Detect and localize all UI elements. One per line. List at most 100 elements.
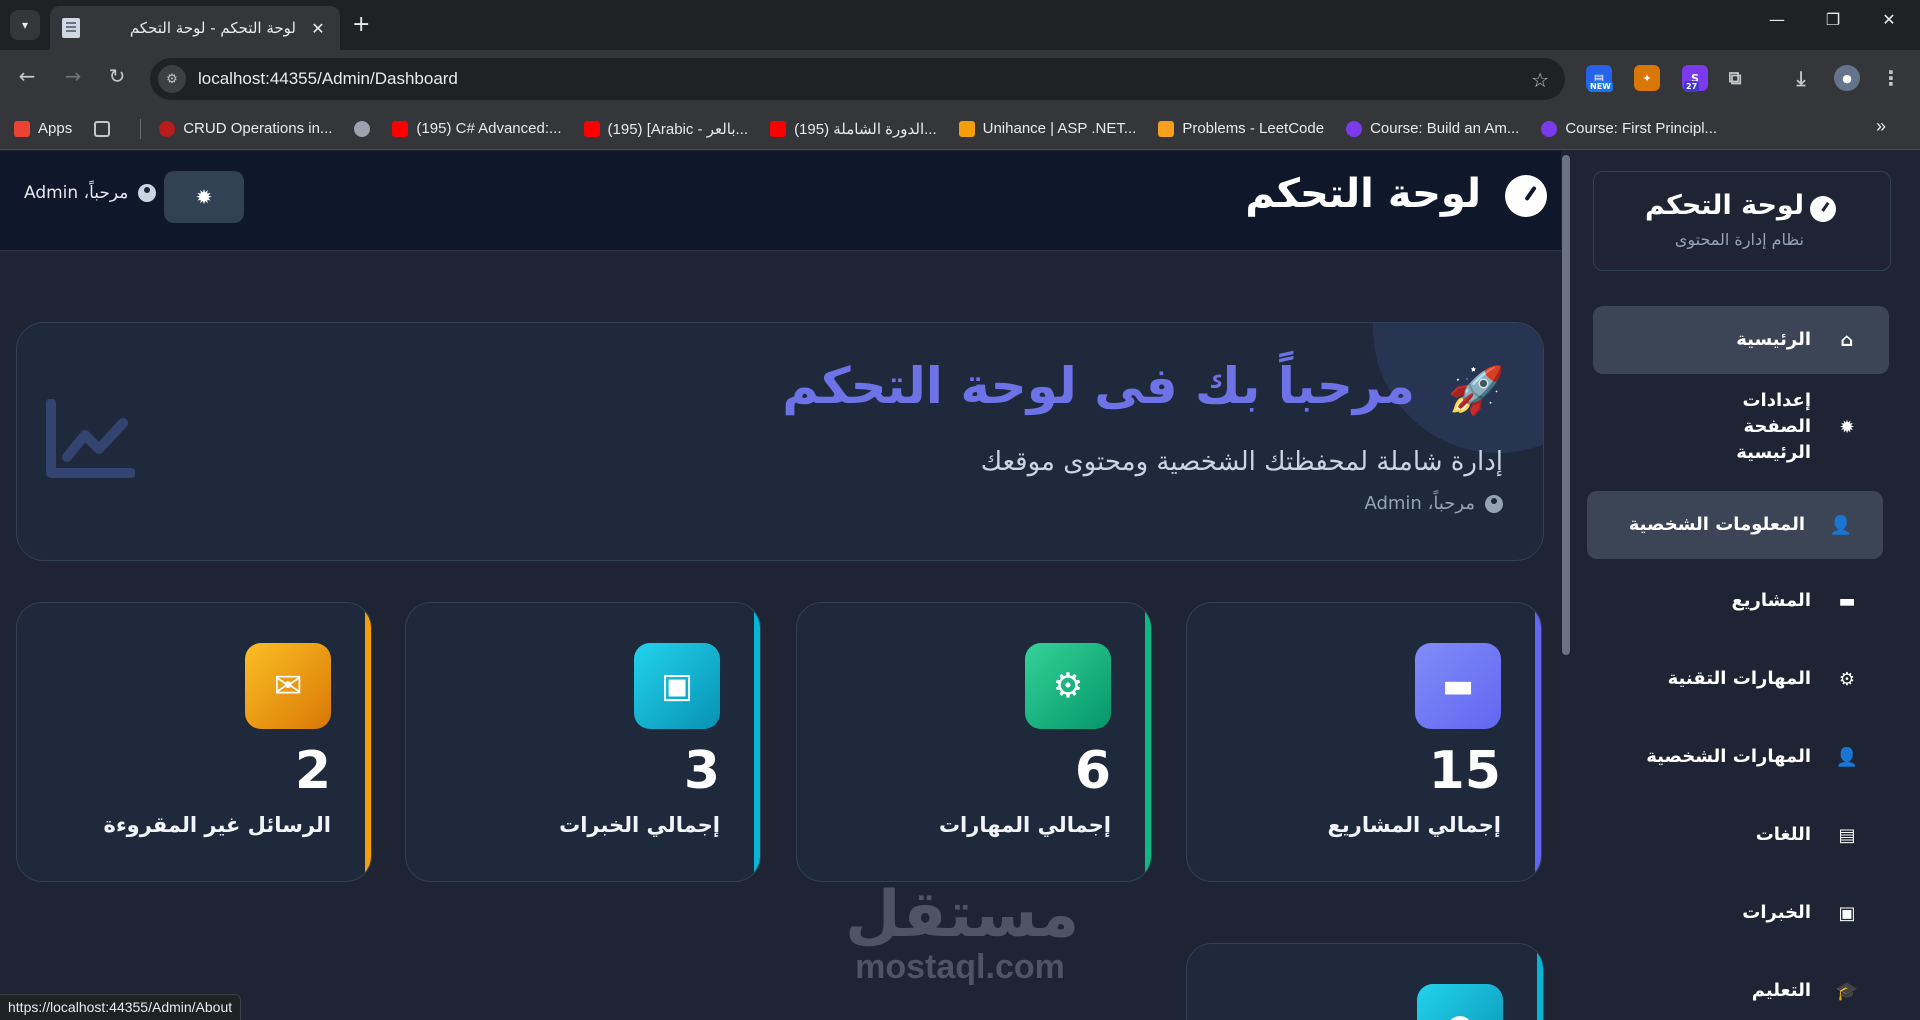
brand-title: لوحة التحكم bbox=[1644, 190, 1804, 221]
new-tab-button[interactable]: + bbox=[352, 12, 370, 38]
stat-value: 3 bbox=[683, 741, 720, 801]
sidebar-item-home-settings[interactable]: إعدادات الصفحة الرئيسية ✹ bbox=[1593, 385, 1889, 469]
sidebar-brand[interactable]: لوحة التحكم نظام إدارة المحتوى bbox=[1593, 171, 1891, 271]
stat-label: إجمالي الخبرات bbox=[559, 813, 720, 837]
minimize-icon[interactable]: — bbox=[1762, 10, 1792, 29]
close-window-icon[interactable]: ✕ bbox=[1874, 10, 1904, 29]
bookmark-course-2[interactable]: Course: First Principl... bbox=[1541, 120, 1717, 137]
sidebar-item-projects[interactable]: المشاريع ▬ bbox=[1593, 571, 1889, 631]
gear-icon: ✹ bbox=[1839, 416, 1855, 438]
watermark-logo: مستقل mostaql.com bbox=[845, 883, 1079, 987]
page-favicon-icon bbox=[62, 18, 80, 38]
sidebar-item-label: إعدادات الصفحة الرئيسية bbox=[1736, 390, 1811, 463]
bookmark-globe[interactable] bbox=[354, 120, 371, 137]
site-info-icon[interactable]: ⚙ bbox=[158, 65, 186, 93]
address-bar[interactable]: ⚙ localhost:44355/Admin/Dashboard ☆ bbox=[150, 58, 1565, 100]
youtube-icon bbox=[583, 120, 600, 137]
bookmark-course-1[interactable]: Course: Build an Am... bbox=[1346, 120, 1519, 137]
bookmark-label: Problems - LeetCode bbox=[1182, 120, 1325, 137]
chart-line-icon bbox=[46, 399, 135, 478]
course-icon bbox=[1346, 120, 1363, 137]
sidebar-item-experiences[interactable]: الخبرات ▣ bbox=[1593, 883, 1889, 943]
user-greeting-text: مرحباً، Admin bbox=[24, 183, 129, 203]
sidebar-item-personal-info[interactable]: المعلومات الشخصية 👤 bbox=[1587, 491, 1883, 559]
settings-button[interactable]: ✹ bbox=[164, 171, 244, 223]
bookmark-youtube-2[interactable]: (195) [Arabic - بالعر... bbox=[583, 120, 749, 138]
url-text[interactable]: localhost:44355/Admin/Dashboard bbox=[198, 69, 458, 89]
reload-icon[interactable]: ↻ bbox=[102, 64, 132, 88]
sidebar-item-home[interactable]: الرئيسية ⌂ bbox=[1593, 306, 1889, 374]
bookmark-apps[interactable]: Apps bbox=[14, 120, 72, 137]
bookmark-label: Unihance | ASP .NET... bbox=[982, 120, 1137, 137]
bookmark-star-icon[interactable]: ☆ bbox=[1531, 68, 1549, 92]
user-tie-icon: 👤 bbox=[1835, 746, 1859, 768]
back-icon[interactable]: ← bbox=[12, 64, 42, 88]
tab-search-button[interactable]: ▾ bbox=[10, 10, 40, 40]
welcome-card: مرحباً بك فى لوحة التحكم 🚀 إدارة شاملة ل… bbox=[16, 322, 1544, 561]
browser-toolbar: ← → ↻ ⚙ localhost:44355/Admin/Dashboard … bbox=[0, 50, 1920, 108]
download-icon[interactable]: ⤓ bbox=[1788, 65, 1814, 91]
cogs-icon: ⚙ bbox=[1838, 668, 1856, 690]
extension-counter-icon[interactable]: S 27 bbox=[1682, 65, 1708, 92]
profile-avatar[interactable]: ● bbox=[1834, 65, 1860, 91]
sidebar-item-label: الخبرات bbox=[1742, 902, 1811, 923]
browser-tab[interactable]: لوحة التحكم - لوحة التحكم ✕ bbox=[50, 6, 340, 50]
envelope-icon: ✉ bbox=[245, 643, 331, 729]
stat-card-messages[interactable]: ✉ 2 الرسائل غير المقروءة bbox=[16, 602, 372, 882]
bookmark-label: CRUD Operations in... bbox=[183, 120, 333, 137]
extensions-puzzle-icon[interactable]: ⧉ bbox=[1722, 65, 1748, 91]
sidebar-item-languages[interactable]: اللغات ▤ bbox=[1593, 805, 1889, 865]
extension-fox-icon[interactable]: ✦ bbox=[1634, 65, 1660, 91]
stat-label: الرسائل غير المقروءة bbox=[103, 813, 331, 837]
unihance-icon bbox=[958, 120, 975, 137]
restore-icon[interactable]: ❐ bbox=[1818, 10, 1848, 29]
bookmark-unihance[interactable]: Unihance | ASP .NET... bbox=[958, 120, 1137, 137]
forward-icon[interactable]: → bbox=[58, 64, 88, 88]
youtube-icon bbox=[770, 120, 787, 137]
bookmark-youtube-1[interactable]: (195) C# Advanced:... bbox=[392, 120, 562, 137]
youtube-icon bbox=[392, 120, 409, 137]
page-title: لوحة التحكم bbox=[1245, 171, 1481, 217]
stat-card-skills[interactable]: ⚙ 6 إجمالي المهارات bbox=[796, 602, 1152, 882]
sidebar-item-tech-skills[interactable]: المهارات التقنية ⚙ bbox=[1593, 649, 1889, 709]
bookmark-label: (195) [Arabic - بالعر... bbox=[607, 120, 749, 138]
extension-new-badge: NEW bbox=[1588, 81, 1613, 92]
home-icon: ⌂ bbox=[1840, 329, 1854, 351]
chrome-menu-icon[interactable]: ⋮ bbox=[1878, 65, 1904, 91]
bookmark-crud[interactable]: CRUD Operations in... bbox=[159, 120, 332, 137]
bookmark-leetcode[interactable]: Problems - LeetCode bbox=[1158, 120, 1324, 137]
user-greeting[interactable]: مرحباً، Admin bbox=[24, 183, 157, 203]
stat-card-projects[interactable]: ▬ 15 إجمالي المشاريع bbox=[1186, 602, 1542, 882]
extension-new-icon[interactable]: ▤ NEW bbox=[1586, 65, 1613, 92]
stat-value: 6 bbox=[1074, 741, 1111, 801]
tab-groups-icon[interactable] bbox=[94, 120, 118, 137]
bookmark-separator bbox=[140, 118, 142, 139]
sidebar-item-soft-skills[interactable]: المهارات الشخصية 👤 bbox=[1593, 727, 1889, 787]
sidebar-item-education[interactable]: التعليم 🎓 bbox=[1593, 961, 1889, 1020]
scrollbar-thumb[interactable] bbox=[1562, 155, 1570, 655]
sidebar-item-label: المهارات الشخصية bbox=[1646, 746, 1811, 767]
bookmark-label: Course: Build an Am... bbox=[1370, 120, 1520, 137]
card-accent bbox=[754, 603, 760, 881]
briefcase-icon: ▣ bbox=[1838, 902, 1856, 924]
card-accent bbox=[365, 603, 371, 881]
stat-card-experiences[interactable]: ▣ 3 إجمالي الخبرات bbox=[405, 602, 761, 882]
bookmark-label: (195) الدورة الشاملة... bbox=[794, 120, 937, 138]
course-icon bbox=[1541, 120, 1558, 137]
briefcase-icon: ▣ bbox=[634, 643, 720, 729]
sidebar-item-label: التعليم bbox=[1751, 980, 1811, 1001]
user-circle-icon bbox=[1485, 494, 1503, 513]
close-tab-icon[interactable]: ✕ bbox=[308, 19, 328, 38]
bookmark-label: Course: First Principl... bbox=[1565, 120, 1718, 137]
graduation-cap-icon: 🎓 bbox=[1835, 980, 1859, 1002]
cogs-icon: ⚙ bbox=[1025, 643, 1111, 729]
stat-value: 2 bbox=[294, 741, 331, 801]
browser-tabbar: ▾ لوحة التحكم - لوحة التحكم ✕ + — ❐ ✕ bbox=[0, 0, 1920, 50]
app-topbar: لوحة التحكم ✹ مرحباً، Admin bbox=[0, 151, 1561, 251]
welcome-title: مرحباً بك فى لوحة التحكم bbox=[782, 357, 1415, 415]
admin-app: لوحة التحكم ✹ مرحباً، Admin مرحباً بك فى… bbox=[0, 151, 1920, 1020]
more-bookmarks-icon[interactable]: » bbox=[1876, 116, 1886, 137]
bookmark-youtube-3[interactable]: (195) الدورة الشاملة... bbox=[770, 120, 937, 138]
sidebar: لوحة التحكم نظام إدارة المحتوى الرئيسية … bbox=[1571, 151, 1920, 1020]
stat-card-partial[interactable]: ● bbox=[1186, 943, 1544, 1020]
